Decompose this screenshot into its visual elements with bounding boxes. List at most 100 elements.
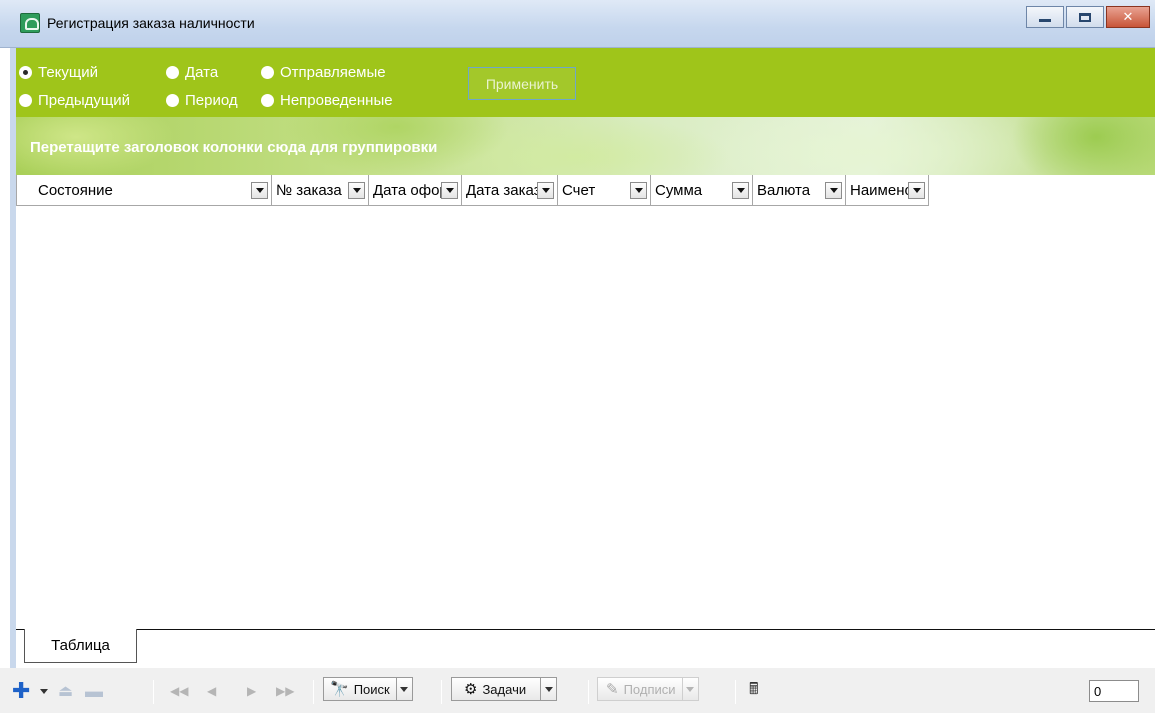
first-page-icon: ◀◀ (170, 684, 189, 698)
tab-strip-line (16, 629, 1155, 630)
toolbar-separator (441, 680, 442, 704)
column-label: Дата заказа (466, 181, 537, 199)
bottom-toolbar: ✚ ⏏ ▬ ◀◀ ◀ ▶ ▶▶ 🔭 Поиск ⚙ Задачи ✎ Подпи… (0, 668, 1155, 713)
radio-current-label: Текущий (38, 64, 98, 81)
column-filter-dropdown-icon[interactable] (732, 181, 749, 199)
minimize-button[interactable] (1026, 6, 1064, 28)
eject-icon: ⏏ (58, 683, 74, 700)
last-page-icon: ▶▶ (276, 684, 295, 698)
tab-table-label: Таблица (51, 637, 110, 654)
radio-dot (166, 94, 179, 107)
column-label: Наименование (850, 181, 908, 199)
close-button[interactable]: ✕ (1106, 6, 1150, 28)
search-dropdown[interactable] (395, 678, 412, 700)
search-button[interactable]: 🔭 Поиск (323, 677, 413, 701)
move-up-button[interactable]: ⏏ (58, 680, 73, 702)
search-split-button[interactable]: 🔭 Поиск (323, 677, 413, 701)
column-filter-dropdown-icon[interactable] (908, 181, 925, 199)
close-icon: ✕ (1122, 9, 1134, 24)
radio-previous[interactable]: Предыдущий (19, 92, 130, 109)
signatures-dropdown[interactable] (681, 678, 698, 700)
maximize-button[interactable] (1066, 6, 1104, 28)
radio-dot (261, 66, 274, 79)
radio-date-label: Дата (185, 64, 219, 81)
column-filter-dropdown-icon[interactable] (348, 181, 365, 199)
radio-current[interactable]: Текущий (19, 64, 98, 81)
radio-period[interactable]: Период (166, 92, 238, 109)
radio-previous-label: Предыдущий (38, 92, 131, 109)
column-filter-dropdown-icon[interactable] (825, 181, 842, 199)
column-header-row: Состояние № заказа Дата оформления Дата … (16, 175, 929, 206)
dropdown-arrow-icon (686, 686, 695, 692)
first-record-button[interactable]: ◀◀ (170, 680, 188, 702)
column-label: Сумма (655, 181, 703, 199)
binoculars-icon: 🔭 (330, 681, 349, 698)
column-label: Счет (562, 181, 596, 199)
column-filter-dropdown-icon[interactable] (251, 181, 268, 199)
grid-body[interactable] (16, 206, 1155, 630)
column-header-account[interactable]: Счет (558, 175, 651, 206)
column-label: № заказа (276, 181, 342, 199)
column-header-name[interactable]: Наименование (846, 175, 929, 206)
tasks-label: Задачи (482, 681, 527, 697)
minimize-icon (1039, 18, 1051, 22)
radio-dot (19, 94, 32, 107)
dropdown-arrow-icon (40, 688, 48, 694)
apply-button[interactable]: Применить (468, 67, 576, 100)
column-header-order-date[interactable]: Дата заказа (462, 175, 558, 206)
column-header-currency[interactable]: Валюта (753, 175, 846, 206)
column-header-issue-date[interactable]: Дата оформления (369, 175, 462, 206)
radio-unposted[interactable]: Непроведенные (261, 92, 393, 109)
column-filter-dropdown-icon[interactable] (441, 181, 458, 199)
calculator-button[interactable]: 🖩 (749, 680, 759, 702)
column-header-amount[interactable]: Сумма (651, 175, 753, 206)
column-filter-dropdown-icon[interactable] (630, 181, 647, 199)
radio-period-label: Период (185, 92, 238, 109)
radio-outgoing[interactable]: Отправляемые (261, 64, 386, 81)
add-menu-button[interactable] (40, 680, 48, 702)
window-title: Регистрация заказа наличности (47, 15, 255, 31)
next-record-button[interactable]: ▶ (247, 680, 256, 702)
column-header-status[interactable]: Состояние (16, 175, 272, 206)
column-filter-dropdown-icon[interactable] (537, 181, 554, 199)
next-icon: ▶ (247, 684, 257, 698)
plus-icon: ✚ (12, 678, 31, 703)
window-controls: ✕ (1026, 6, 1150, 28)
maximize-icon (1079, 12, 1091, 22)
radio-dot (261, 94, 274, 107)
radio-unposted-label: Непроведенные (280, 92, 393, 109)
toolbar-separator (313, 680, 314, 704)
radio-dot (19, 66, 32, 79)
signatures-split-button[interactable]: ✎ Подписи (597, 677, 699, 701)
toolbar-separator (153, 680, 154, 704)
radio-date[interactable]: Дата (166, 64, 218, 81)
tasks-split-button[interactable]: ⚙ Задачи (451, 677, 558, 701)
dropdown-arrow-icon (544, 686, 553, 692)
filter-panel: Текущий Дата Отправляемые Предыдущий Пер… (16, 48, 1155, 117)
column-label: Валюта (757, 181, 811, 199)
signatures-button[interactable]: ✎ Подписи (597, 677, 699, 701)
signature-icon: ✎ (606, 681, 619, 698)
radio-dot (166, 66, 179, 79)
group-by-panel[interactable]: Перетащите заголовок колонки сюда для гр… (16, 117, 1155, 175)
signatures-label: Подписи (623, 681, 676, 697)
prev-record-button[interactable]: ◀ (207, 680, 216, 702)
column-label: Дата оформления (373, 181, 441, 199)
column-header-order-number[interactable]: № заказа (272, 175, 369, 206)
record-count-field: 0 (1089, 680, 1139, 702)
delete-button[interactable]: ▬ (85, 680, 103, 702)
calculator-icon: 🖩 (749, 680, 759, 698)
column-label: Состояние (38, 181, 113, 199)
tab-table[interactable]: Таблица (24, 629, 137, 663)
toolbar-separator (588, 680, 589, 704)
tasks-button[interactable]: ⚙ Задачи (451, 677, 558, 701)
app-money-icon (20, 13, 40, 33)
radio-outgoing-label: Отправляемые (280, 64, 386, 81)
group-by-hint: Перетащите заголовок колонки сюда для гр… (30, 139, 438, 156)
toolbar-separator (735, 680, 736, 704)
add-button[interactable]: ✚ (12, 680, 30, 702)
last-record-button[interactable]: ▶▶ (276, 680, 294, 702)
dropdown-arrow-icon (400, 686, 409, 692)
tasks-dropdown[interactable] (540, 678, 556, 700)
minus-icon: ▬ (85, 680, 103, 701)
